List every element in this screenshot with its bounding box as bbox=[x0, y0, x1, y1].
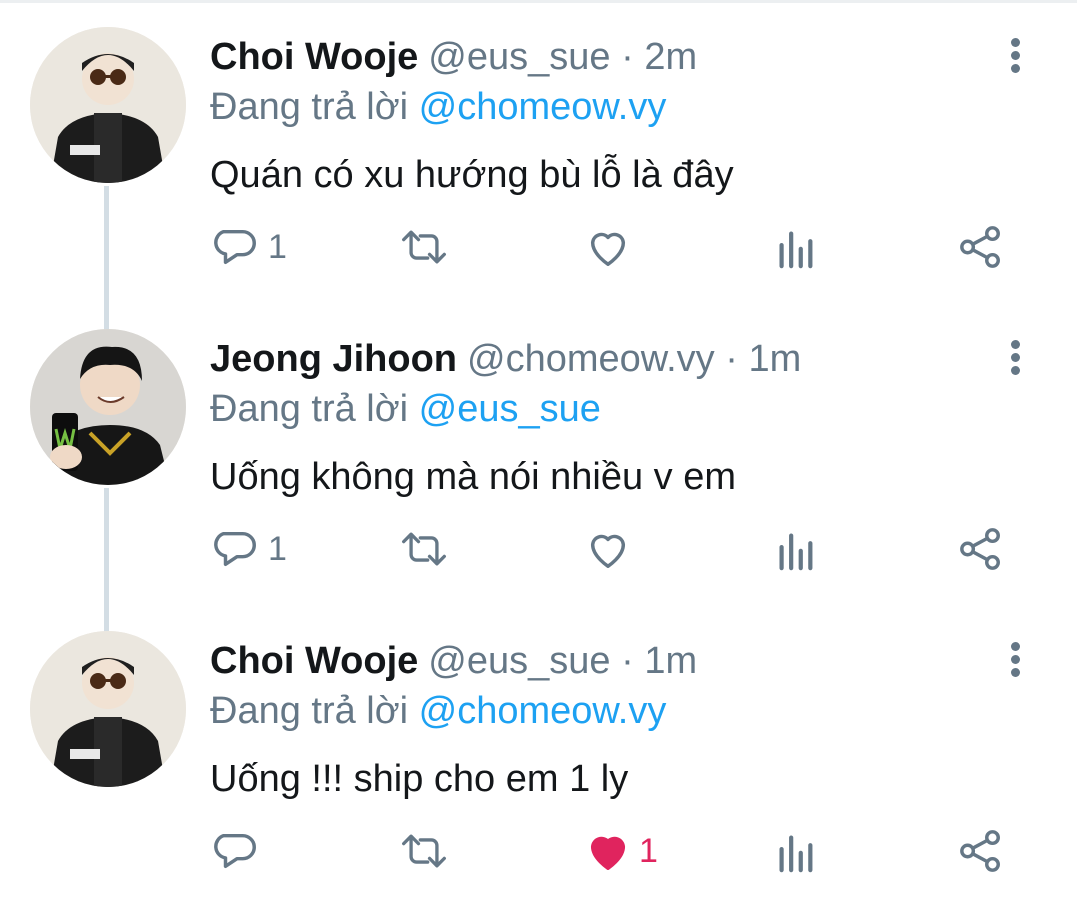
like-button[interactable] bbox=[585, 220, 631, 274]
replying-to: Đang trả lời @chomeow.vy bbox=[210, 84, 666, 130]
replying-to: Đang trả lời @eus_sue bbox=[210, 386, 601, 432]
heart-icon bbox=[590, 836, 626, 870]
more-vertical-icon[interactable] bbox=[998, 338, 1032, 382]
like-button[interactable] bbox=[585, 522, 631, 576]
share-button[interactable] bbox=[958, 522, 1004, 576]
avatar-energy-drink-icon[interactable] bbox=[30, 329, 186, 485]
mention-link[interactable]: @chomeow.vy bbox=[419, 690, 667, 732]
tweet[interactable]: Jeong Jihoon @chomeow.vy · 1m Đang trả lờ… bbox=[0, 302, 1077, 602]
tweet-header: Choi Wooje @eus_sue · 2m bbox=[210, 34, 697, 80]
timestamp[interactable]: 1m bbox=[748, 338, 801, 380]
display-name[interactable]: Choi Wooje bbox=[210, 640, 418, 682]
tweet-actions: 1 bbox=[0, 816, 1077, 886]
reply-icon bbox=[214, 531, 256, 567]
analytics-button[interactable] bbox=[775, 522, 815, 576]
retweet-button[interactable] bbox=[400, 824, 448, 878]
display-name[interactable]: Choi Wooje bbox=[210, 36, 418, 78]
user-handle[interactable]: @eus_sue bbox=[428, 36, 610, 78]
share-icon bbox=[960, 226, 1000, 268]
tweet-text: Quán có xu hướng bù lỗ là đây bbox=[210, 154, 734, 196]
reply-icon bbox=[214, 229, 256, 265]
analytics-icon bbox=[779, 533, 813, 571]
mention-link[interactable]: @chomeow.vy bbox=[419, 86, 667, 128]
tweet-text: Uống !!! ship cho em 1 ly bbox=[210, 758, 629, 800]
heart-icon bbox=[590, 232, 626, 266]
tweet[interactable]: Choi Wooje @eus_sue · 2m Đang trả lời @ch… bbox=[0, 0, 1077, 300]
tweet-actions: 1 bbox=[0, 514, 1077, 584]
retweet-icon bbox=[402, 834, 446, 868]
display-name[interactable]: Jeong Jihoon bbox=[210, 338, 457, 380]
like-count: 1 bbox=[639, 831, 658, 870]
reply-count: 1 bbox=[268, 227, 287, 266]
tweet-header: Jeong Jihoon @chomeow.vy · 1m bbox=[210, 336, 801, 382]
retweet-icon bbox=[402, 230, 446, 264]
replying-prefix: Đang trả lời bbox=[210, 690, 409, 732]
share-button[interactable] bbox=[958, 824, 1004, 878]
reply-count: 1 bbox=[268, 529, 287, 568]
more-vertical-icon[interactable] bbox=[998, 640, 1032, 684]
reply-button[interactable]: 1 bbox=[214, 220, 287, 274]
timestamp[interactable]: 2m bbox=[644, 36, 697, 78]
user-handle[interactable]: @chomeow.vy bbox=[467, 338, 715, 380]
retweet-icon bbox=[402, 532, 446, 566]
timestamp[interactable]: 1m bbox=[644, 640, 697, 682]
tweet-actions: 1 bbox=[0, 212, 1077, 282]
tweet-header: Choi Wooje @eus_sue · 1m bbox=[210, 638, 697, 684]
separator-dot: · bbox=[725, 338, 738, 380]
like-button[interactable]: 1 bbox=[585, 824, 658, 878]
avatar-sunglasses-icon[interactable] bbox=[30, 27, 186, 183]
mention-link[interactable]: @eus_sue bbox=[419, 388, 601, 430]
analytics-button[interactable] bbox=[775, 220, 815, 274]
retweet-button[interactable] bbox=[400, 522, 448, 576]
heart-icon bbox=[590, 534, 626, 568]
reply-icon bbox=[214, 833, 256, 869]
reply-button[interactable]: 1 bbox=[214, 522, 287, 576]
analytics-icon bbox=[779, 835, 813, 873]
tweet[interactable]: Choi Wooje @eus_sue · 1m Đang trả lời @ch… bbox=[0, 604, 1077, 904]
analytics-button[interactable] bbox=[775, 824, 815, 878]
separator-dot: · bbox=[621, 36, 634, 78]
share-icon bbox=[960, 830, 1000, 872]
separator-dot: · bbox=[621, 640, 634, 682]
reply-button[interactable] bbox=[214, 824, 268, 878]
tweet-text: Uống không mà nói nhiều v em bbox=[210, 456, 736, 498]
analytics-icon bbox=[779, 231, 813, 269]
retweet-button[interactable] bbox=[400, 220, 448, 274]
share-button[interactable] bbox=[958, 220, 1004, 274]
replying-to: Đang trả lời @chomeow.vy bbox=[210, 688, 666, 734]
more-vertical-icon[interactable] bbox=[998, 36, 1032, 80]
replying-prefix: Đang trả lời bbox=[210, 388, 409, 430]
replying-prefix: Đang trả lời bbox=[210, 86, 409, 128]
share-icon bbox=[960, 528, 1000, 570]
avatar-sunglasses-icon[interactable] bbox=[30, 631, 186, 787]
user-handle[interactable]: @eus_sue bbox=[428, 640, 610, 682]
